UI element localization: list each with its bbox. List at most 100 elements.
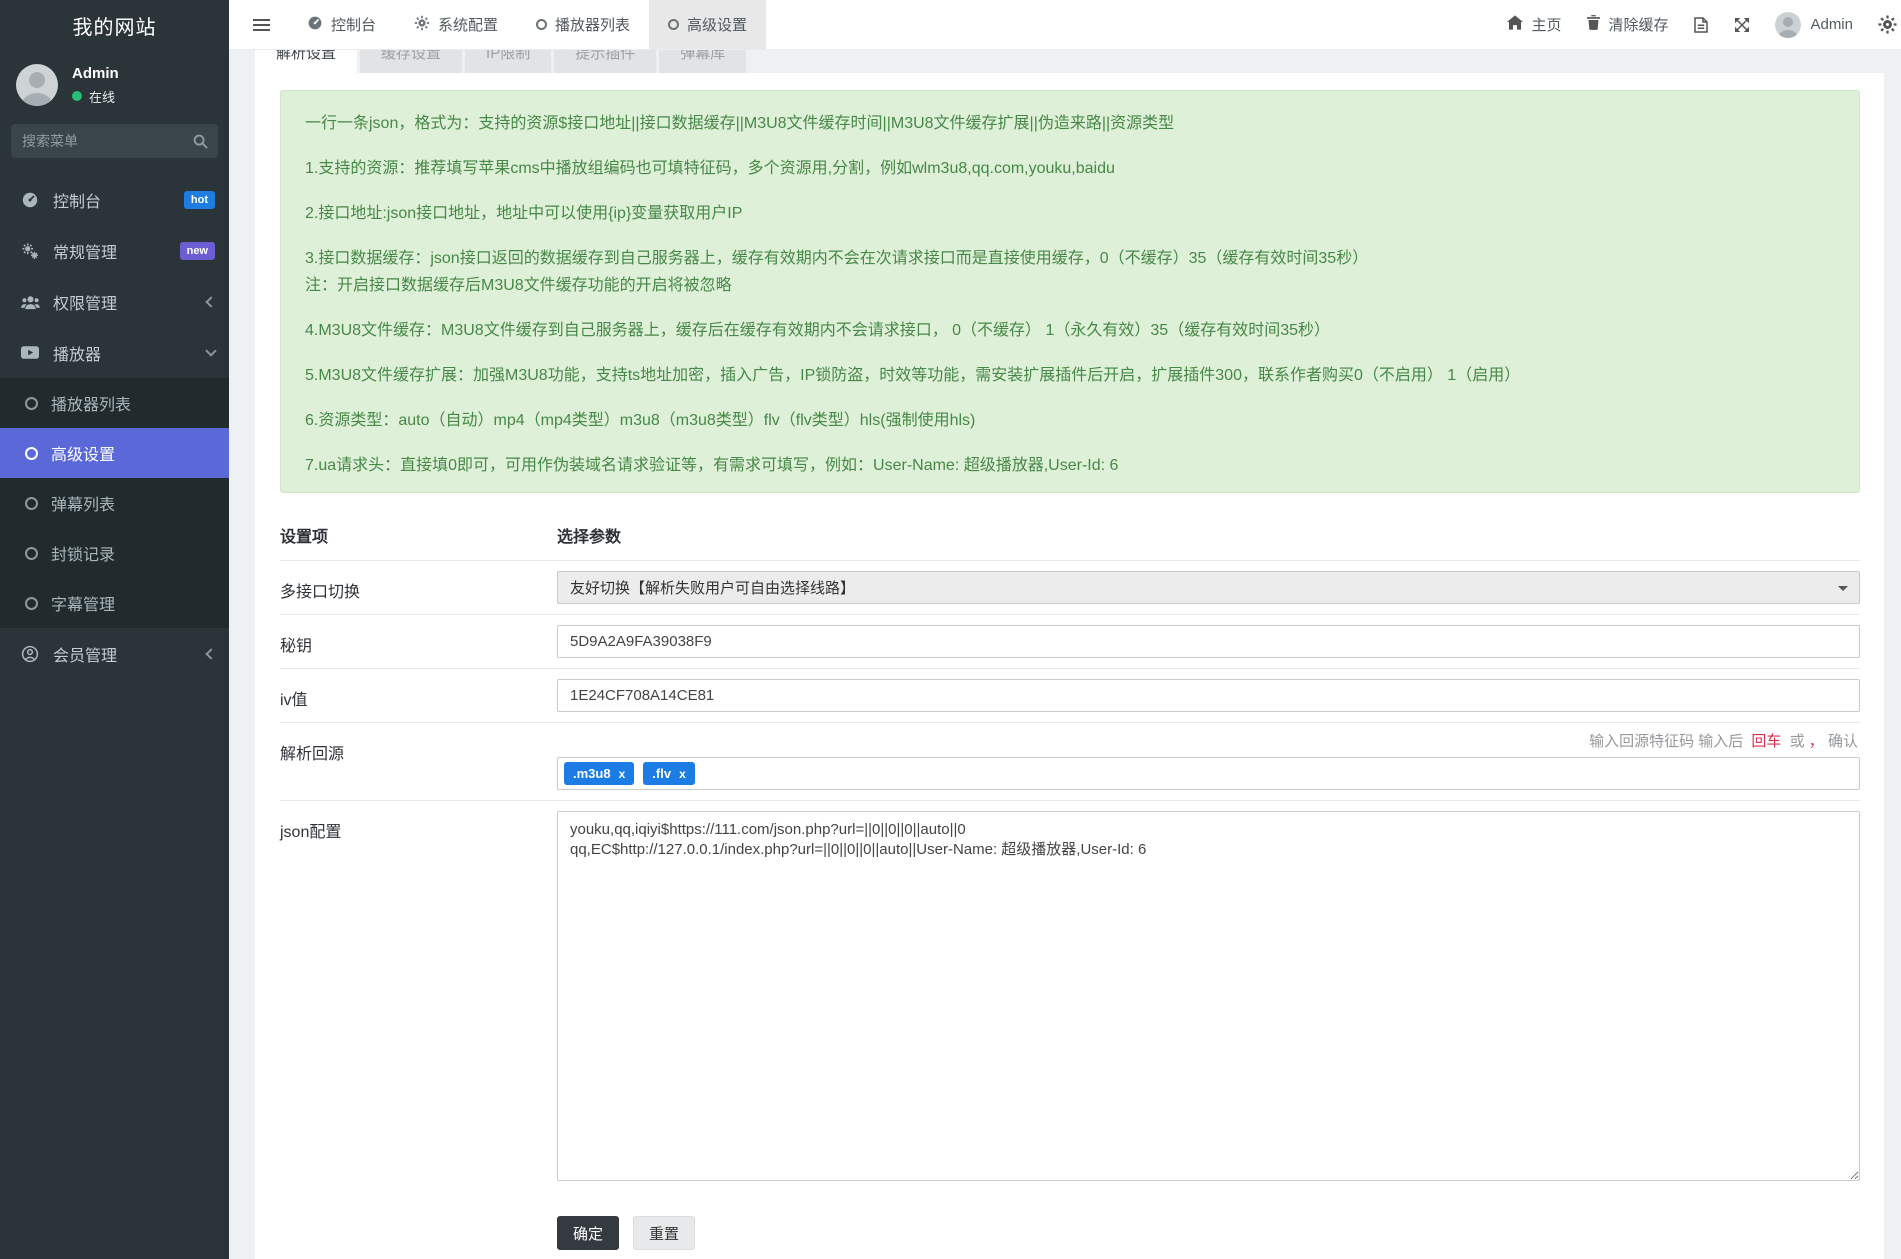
clear-cache-link[interactable]: 清除缓存 <box>1574 0 1681 49</box>
submenu-item-subtitle-management[interactable]: 字幕管理 <box>0 578 229 628</box>
sidebar-item-permissions[interactable]: 权限管理 <box>0 276 229 327</box>
person-icon <box>16 64 58 106</box>
field-label: 解析回源 <box>280 733 557 790</box>
sidebar-item-label: 播放器 <box>53 341 207 365</box>
online-dot-icon <box>72 91 82 101</box>
iv-value-input[interactable] <box>557 679 1860 712</box>
submenu-item-player-list[interactable]: 播放器列表 <box>0 378 229 428</box>
hint-confirm: 确认 <box>1828 733 1858 750</box>
submenu-item-label: 封锁记录 <box>51 541 115 565</box>
tag-m3u8[interactable]: .m3u8 x <box>564 762 634 785</box>
new-badge: new <box>180 242 215 260</box>
hot-badge: hot <box>184 191 215 209</box>
notice-line: 1.支持的资源：推荐填写苹果cms中播放组编码也可填特征码，多个资源用,分割，例… <box>305 158 1835 179</box>
gear-icon <box>414 15 430 35</box>
origin-hint: 输入回源特征码 输入后 回车 或 ， 确认 <box>557 730 1858 751</box>
fullscreen-icon[interactable] <box>1721 0 1763 49</box>
hint-comma: ， <box>1809 733 1824 750</box>
form-row-multi-interface: 多接口切换 友好切换【解析失败用户可自由选择线路】 <box>280 560 1860 614</box>
member-icon <box>18 645 42 663</box>
origin-tags-input[interactable]: .m3u8 x .flv x <box>557 757 1860 790</box>
submenu-item-advanced-settings[interactable]: 高级设置 <box>0 428 229 478</box>
trash-icon <box>1587 15 1600 34</box>
video-icon <box>18 345 42 360</box>
sidebar-item-general[interactable]: 常规管理 new <box>0 225 229 276</box>
home-label: 主页 <box>1531 14 1561 35</box>
avatar <box>16 64 58 106</box>
hamburger-menu-icon[interactable] <box>249 15 274 35</box>
sidebar: 我的网站 Admin 在线 控制台 hot <box>0 0 229 1259</box>
field-label: iv值 <box>280 679 557 712</box>
notice-line: 3.接口数据缓存：json接口返回的数据缓存到自己服务器上，缓存有效期内不会在次… <box>305 248 1835 269</box>
notice-line: 2.接口地址:json接口地址，地址中可以使用{ip}变量获取用户IP <box>305 203 1835 224</box>
nav-link-advanced-settings[interactable]: 高级设置 <box>649 0 766 49</box>
circle-icon <box>25 497 38 510</box>
form-row-iv: iv值 <box>280 668 1860 722</box>
field-label: 多接口切换 <box>280 571 557 604</box>
settings-gear-icon[interactable] <box>1865 0 1901 49</box>
sidebar-item-label: 会员管理 <box>53 642 207 666</box>
top-navbar: 控制台 系统配置 播放器列表 高级设置 主页 清除缓存 <box>229 0 1901 50</box>
dashboard-icon <box>18 191 42 209</box>
submenu-item-label: 弹幕列表 <box>51 491 115 515</box>
submenu-item-label: 播放器列表 <box>51 391 131 415</box>
chevron-down-icon <box>205 345 216 356</box>
navbar-links: 控制台 系统配置 播放器列表 高级设置 <box>288 0 766 49</box>
settings-form: 设置项 选择参数 多接口切换 友好切换【解析失败用户可自由选择线路】 秘钥 <box>280 509 1860 1259</box>
nav-link-dashboard[interactable]: 控制台 <box>288 0 395 49</box>
circle-icon <box>25 597 38 610</box>
notice-line: 4.M3U8文件缓存：M3U8文件缓存到自己服务器上，缓存后在缓存有效期内不会请… <box>305 320 1835 341</box>
hint-or: 或 <box>1790 733 1805 750</box>
secret-key-input[interactable] <box>557 625 1860 658</box>
sidebar-item-label: 常规管理 <box>53 239 180 263</box>
selected-option: 友好切换【解析失败用户可自由选择线路】 <box>570 577 855 598</box>
form-row-secret-key: 秘钥 <box>280 614 1860 668</box>
circle-icon <box>668 19 679 30</box>
nav-link-label: 高级设置 <box>687 14 747 35</box>
home-icon <box>1507 15 1523 34</box>
navbar-user-menu[interactable]: Admin <box>1763 0 1865 49</box>
avatar <box>1775 12 1801 38</box>
notice-line: 6.资源类型：auto（自动）mp4（mp4类型）m3u8（m3u8类型）flv… <box>305 410 1835 431</box>
field-label: json配置 <box>280 811 557 1186</box>
search-icon[interactable] <box>193 134 208 154</box>
submenu-item-block-records[interactable]: 封锁记录 <box>0 528 229 578</box>
submit-button[interactable]: 确定 <box>557 1216 619 1250</box>
notice-line: 5.M3U8文件缓存扩展：加强M3U8功能，支持ts地址加密，插入广告，IP锁防… <box>305 365 1835 386</box>
home-link[interactable]: 主页 <box>1494 0 1574 49</box>
tag-remove-icon[interactable]: x <box>679 768 686 780</box>
field-label: 秘钥 <box>280 625 557 658</box>
dashboard-icon <box>307 15 323 35</box>
nav-link-system-config[interactable]: 系统配置 <box>395 0 517 49</box>
sidebar-item-label: 权限管理 <box>53 290 207 314</box>
sidebar-item-player[interactable]: 播放器 <box>0 327 229 378</box>
sidebar-item-label: 控制台 <box>53 188 184 212</box>
tag-flv[interactable]: .flv x <box>643 762 694 785</box>
hint-enter: 回车 <box>1751 733 1781 750</box>
user-status-label: 在线 <box>89 87 115 106</box>
caret-down-icon <box>1838 586 1848 596</box>
form-row-json-config: json配置 youku,qq,iqiyi$https://111.com/js… <box>280 800 1860 1196</box>
circle-icon <box>25 547 38 560</box>
tag-remove-icon[interactable]: x <box>619 768 626 780</box>
form-row-parse-origin: 解析回源 输入回源特征码 输入后 回车 或 ， 确认 .m3u8 x <box>280 722 1860 800</box>
main-content: 解析设置 缓存设置 IP限制 提示插件 弹幕库 一行一条json，格式为：支持的… <box>229 0 1901 1259</box>
nav-link-label: 播放器列表 <box>555 14 630 35</box>
circle-icon <box>25 397 38 410</box>
user-block: Admin 在线 <box>0 50 229 116</box>
nav-link-player-list[interactable]: 播放器列表 <box>517 0 649 49</box>
json-config-textarea[interactable]: youku,qq,iqiyi$https://111.com/json.php?… <box>557 811 1860 1181</box>
submenu-item-danmaku-list[interactable]: 弹幕列表 <box>0 478 229 528</box>
sidebar-item-dashboard[interactable]: 控制台 hot <box>0 174 229 225</box>
form-actions: 确定 重置 <box>280 1216 1860 1259</box>
multi-interface-select[interactable]: 友好切换【解析失败用户可自由选择线路】 <box>557 571 1860 604</box>
users-icon <box>18 293 42 311</box>
reset-button[interactable]: 重置 <box>633 1216 695 1250</box>
gears-icon <box>18 242 42 260</box>
file-icon[interactable] <box>1681 0 1721 49</box>
tag-label: .flv <box>652 767 671 780</box>
search-input[interactable] <box>11 124 218 158</box>
chevron-left-icon <box>205 648 216 659</box>
sidebar-item-members[interactable]: 会员管理 <box>0 628 229 679</box>
form-header-row: 设置项 选择参数 <box>280 509 1860 560</box>
